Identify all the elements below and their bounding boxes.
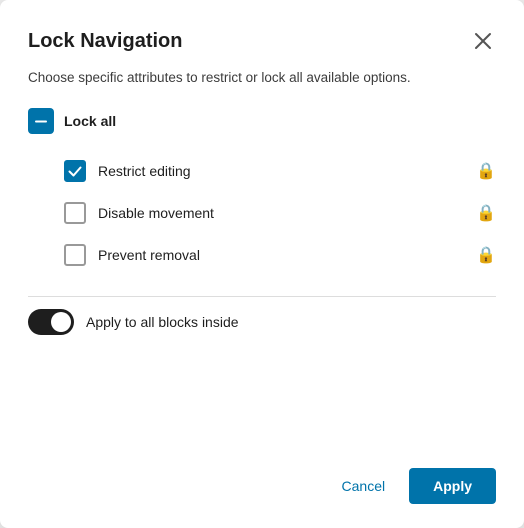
- lock-all-button[interactable]: [28, 108, 54, 134]
- lock-all-label: Lock all: [64, 113, 116, 129]
- dialog-title: Lock Navigation: [28, 30, 182, 53]
- apply-blocks-toggle[interactable]: [28, 309, 74, 335]
- apply-button[interactable]: Apply: [409, 468, 496, 504]
- close-icon: [474, 32, 492, 50]
- close-button[interactable]: [470, 28, 496, 54]
- checkmark-icon: [68, 166, 82, 177]
- options-list: Restrict editing 🔒 Disable movement 🔒: [64, 150, 496, 276]
- prevent-removal-checkbox[interactable]: [64, 244, 86, 266]
- disable-movement-lock-icon: 🔒: [476, 203, 496, 223]
- lock-all-row: Lock all: [28, 108, 496, 134]
- restrict-editing-lock-icon: 🔒: [476, 161, 496, 181]
- disable-movement-checkbox[interactable]: [64, 202, 86, 224]
- option-row-restrict-editing: Restrict editing 🔒: [64, 150, 496, 192]
- prevent-removal-label: Prevent removal: [98, 247, 200, 263]
- option-row-prevent-removal: Prevent removal 🔒: [64, 234, 496, 276]
- prevent-removal-lock-icon: 🔒: [476, 245, 496, 265]
- option-row-disable-movement: Disable movement 🔒: [64, 192, 496, 234]
- cancel-button[interactable]: Cancel: [326, 470, 402, 502]
- apply-blocks-label: Apply to all blocks inside: [86, 314, 239, 330]
- dialog-header: Lock Navigation: [28, 28, 496, 54]
- divider: [28, 296, 496, 297]
- restrict-editing-checkbox[interactable]: [64, 160, 86, 182]
- disable-movement-label: Disable movement: [98, 205, 214, 221]
- dialog-description: Choose specific attributes to restrict o…: [28, 68, 496, 88]
- minus-icon: [35, 120, 47, 123]
- dialog-footer: Cancel Apply: [28, 448, 496, 504]
- toggle-knob: [51, 312, 71, 332]
- apply-blocks-row: Apply to all blocks inside: [28, 309, 496, 335]
- restrict-editing-label: Restrict editing: [98, 163, 191, 179]
- lock-navigation-dialog: Lock Navigation Choose specific attribut…: [0, 0, 524, 528]
